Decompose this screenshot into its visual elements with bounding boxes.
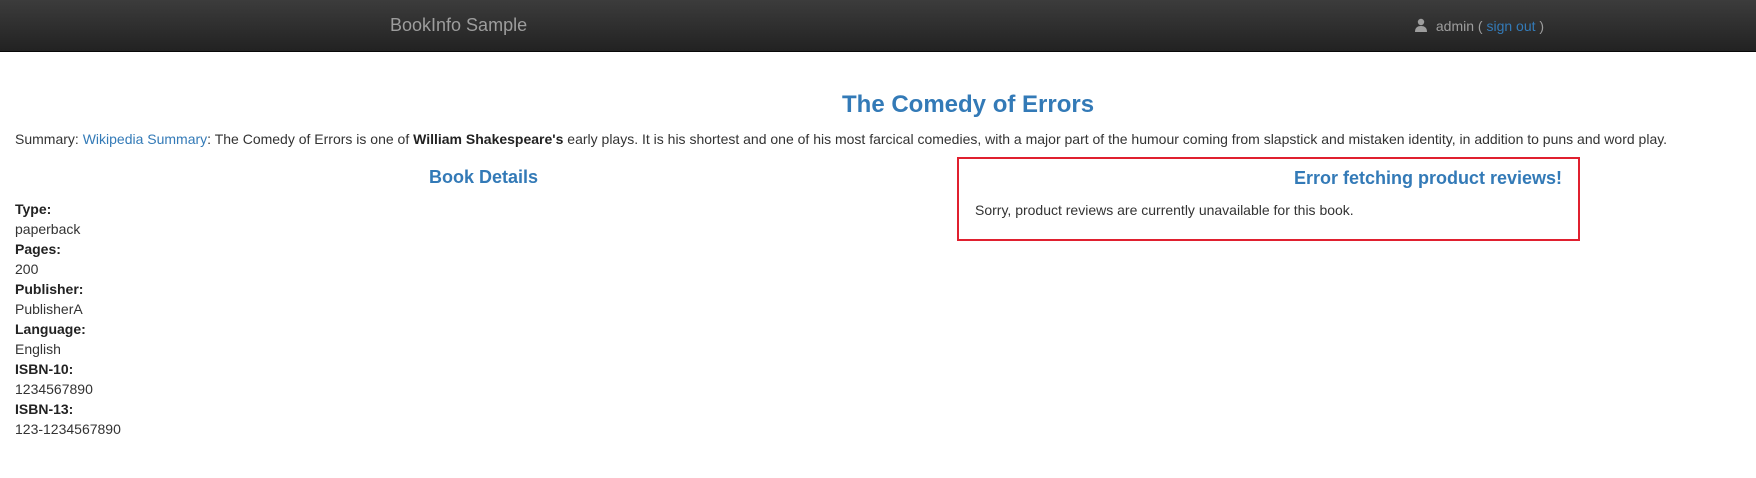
user-menu: admin ( sign out ) xyxy=(1414,17,1544,35)
detail-value-isbn10: 1234567890 xyxy=(15,381,93,397)
book-details-list: Type: paperback Pages: 200 Publisher: Pu… xyxy=(15,199,121,439)
detail-label-isbn13: ISBN-13: xyxy=(15,401,74,417)
navbar-brand[interactable]: BookInfo Sample xyxy=(390,15,527,35)
summary-text-1: : The Comedy of Errors is one of xyxy=(207,131,414,147)
paren-open: ( xyxy=(1477,18,1483,34)
detail-label-publisher: Publisher: xyxy=(15,281,84,297)
wikipedia-summary-link[interactable]: Wikipedia Summary xyxy=(83,131,207,147)
product-summary: Summary: Wikipedia Summary: The Comedy o… xyxy=(15,130,1667,148)
top-navbar: BookInfo Sample admin ( sign out ) xyxy=(0,0,1756,52)
page-title: The Comedy of Errors xyxy=(842,91,1095,118)
sign-out-link[interactable]: sign out xyxy=(1486,18,1535,34)
detail-label-language: Language: xyxy=(15,321,86,337)
reviews-error-panel: Error fetching product reviews! Sorry, p… xyxy=(957,157,1580,241)
summary-text-2: early plays. It is his shortest and one … xyxy=(563,131,1668,147)
user-icon xyxy=(1415,18,1427,32)
summary-label: Summary: xyxy=(15,131,83,147)
detail-value-language: English xyxy=(15,341,61,357)
detail-value-publisher: PublisherA xyxy=(15,301,83,317)
detail-label-pages: Pages: xyxy=(15,241,61,257)
username: admin xyxy=(1435,18,1475,34)
detail-label-type: Type: xyxy=(15,201,52,217)
summary-author: William Shakespeare's xyxy=(413,131,564,147)
detail-value-pages: 200 xyxy=(15,261,39,277)
reviews-error-heading: Error fetching product reviews! xyxy=(1293,168,1562,188)
detail-value-isbn13: 123-1234567890 xyxy=(15,421,121,437)
detail-value-type: paperback xyxy=(15,221,81,237)
reviews-error-message: Sorry, product reviews are currently una… xyxy=(975,202,1354,218)
paren-close: ) xyxy=(1539,18,1545,34)
book-details-heading: Book Details xyxy=(429,167,539,187)
detail-label-isbn10: ISBN-10: xyxy=(15,361,74,377)
